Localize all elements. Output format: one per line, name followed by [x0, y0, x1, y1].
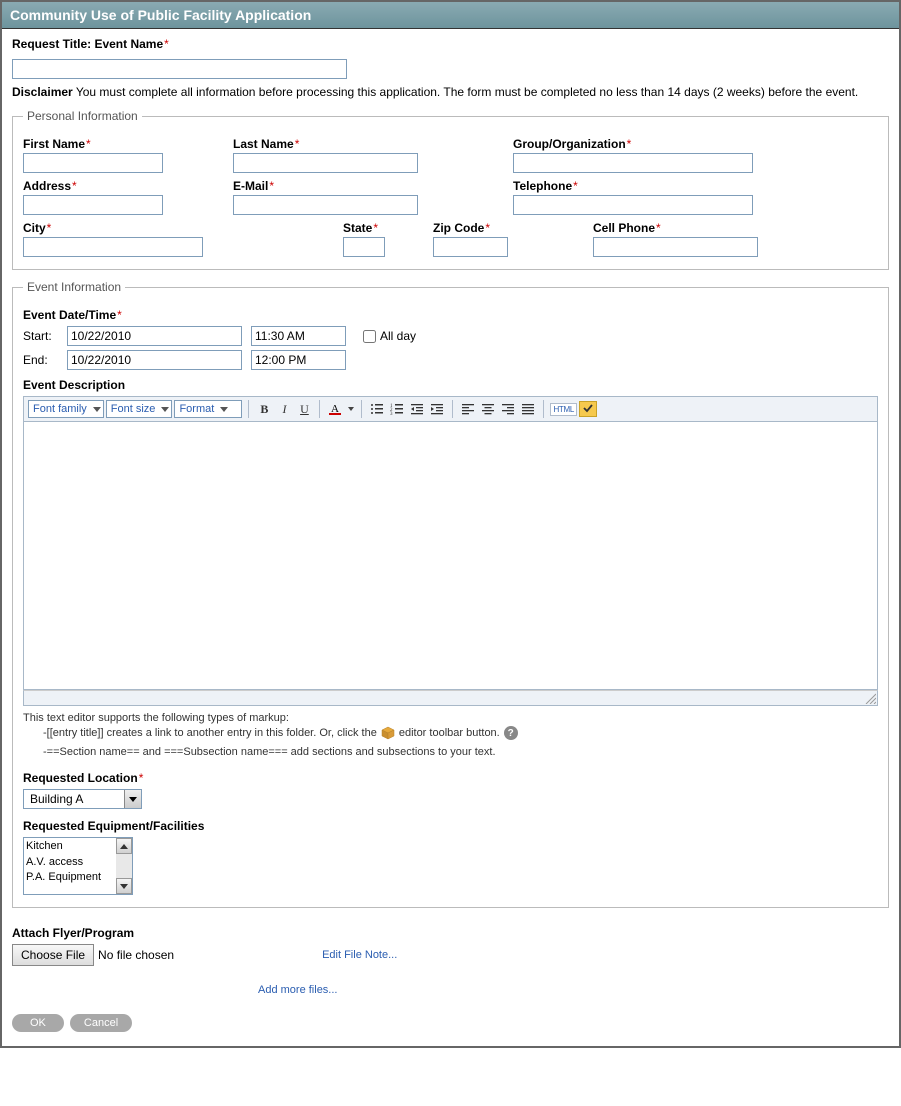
- chevron-down-icon[interactable]: [124, 790, 141, 808]
- email-label: E-Mail: [233, 179, 268, 193]
- zip-label: Zip Code: [433, 221, 484, 235]
- first-name-label: First Name: [23, 137, 85, 151]
- all-day-label: All day: [380, 329, 416, 343]
- format-select[interactable]: Format: [174, 400, 242, 418]
- indent-button[interactable]: [428, 400, 446, 418]
- list-item[interactable]: A.V. access: [26, 855, 114, 870]
- resize-grip-icon[interactable]: [864, 692, 876, 704]
- request-title-label: Request Title: Event Name: [12, 37, 163, 51]
- ok-button[interactable]: OK: [12, 1014, 64, 1032]
- city-input[interactable]: [23, 237, 203, 257]
- underline-button[interactable]: U: [295, 400, 313, 418]
- requested-equipment-listbox[interactable]: Kitchen A.V. access P.A. Equipment: [23, 837, 133, 895]
- scroll-down-icon[interactable]: [116, 878, 132, 894]
- city-label: City: [23, 221, 46, 235]
- editor-toolbar: Font family Font size Format B I U A 123: [23, 396, 878, 422]
- state-label: State: [343, 221, 372, 235]
- choose-file-button[interactable]: Choose File: [12, 944, 94, 966]
- end-date-input[interactable]: [67, 350, 242, 370]
- email-input[interactable]: [233, 195, 418, 215]
- help-icon[interactable]: ?: [504, 726, 518, 740]
- disclaimer-text: You must complete all information before…: [76, 85, 858, 99]
- requested-location-value: Building A: [24, 790, 124, 808]
- list-item[interactable]: Kitchen: [26, 839, 114, 854]
- telephone-label: Telephone: [513, 179, 572, 193]
- telephone-input[interactable]: [513, 195, 753, 215]
- address-label: Address: [23, 179, 71, 193]
- end-label: End:: [23, 353, 63, 367]
- box-icon: [381, 726, 395, 740]
- group-label: Group/Organization: [513, 137, 626, 151]
- state-input[interactable]: [343, 237, 385, 257]
- file-status-text: No file chosen: [98, 948, 174, 962]
- scroll-track[interactable]: [116, 854, 132, 878]
- requested-equipment-label: Requested Equipment/Facilities: [23, 819, 204, 833]
- cancel-button[interactable]: Cancel: [70, 1014, 132, 1032]
- zip-input[interactable]: [433, 237, 508, 257]
- all-day-checkbox[interactable]: [363, 330, 376, 343]
- request-title-input[interactable]: [12, 59, 347, 79]
- start-date-input[interactable]: [67, 326, 242, 346]
- text-color-button[interactable]: A: [326, 400, 344, 418]
- edit-file-note-link[interactable]: Edit File Note...: [322, 949, 397, 961]
- address-input[interactable]: [23, 195, 163, 215]
- personal-info-fieldset: Personal Information First Name* Last Na…: [12, 109, 889, 270]
- font-size-select[interactable]: Font size: [106, 400, 173, 418]
- personal-info-legend: Personal Information: [23, 109, 142, 123]
- requested-location-select[interactable]: Building A: [23, 789, 142, 809]
- align-right-button[interactable]: [499, 400, 517, 418]
- last-name-label: Last Name: [233, 137, 294, 151]
- required-mark: *: [164, 37, 169, 51]
- list-item[interactable]: P.A. Equipment: [26, 870, 114, 885]
- font-family-select[interactable]: Font family: [28, 400, 104, 418]
- last-name-input[interactable]: [233, 153, 418, 173]
- align-justify-button[interactable]: [519, 400, 537, 418]
- markup-help-line2: -==Section name== and ===Subsection name…: [43, 743, 878, 762]
- disclaimer-label: Disclaimer: [12, 85, 73, 99]
- markup-help-intro: This text editor supports the following …: [23, 712, 878, 724]
- cell-label: Cell Phone: [593, 221, 655, 235]
- editor-statusbar: [23, 690, 878, 706]
- italic-button[interactable]: I: [275, 400, 293, 418]
- group-input[interactable]: [513, 153, 753, 173]
- bold-button[interactable]: B: [255, 400, 273, 418]
- event-description-label: Event Description: [23, 378, 125, 392]
- markup-help-line1b: editor toolbar button.: [399, 724, 500, 743]
- requested-location-label: Requested Location: [23, 771, 138, 785]
- html-source-button[interactable]: HTML: [550, 403, 577, 416]
- numbered-list-button[interactable]: 123: [388, 400, 406, 418]
- outdent-button[interactable]: [408, 400, 426, 418]
- attach-label: Attach Flyer/Program: [12, 926, 134, 940]
- listbox-scrollbar[interactable]: [116, 838, 132, 894]
- event-datetime-label: Event Date/Time: [23, 308, 116, 322]
- event-info-legend: Event Information: [23, 280, 125, 294]
- align-center-button[interactable]: [479, 400, 497, 418]
- bullet-list-button[interactable]: [368, 400, 386, 418]
- application-window: Community Use of Public Facility Applica…: [0, 0, 901, 1048]
- form-content: Request Title: Event Name* Disclaimer Yo…: [2, 29, 899, 1046]
- window-title: Community Use of Public Facility Applica…: [2, 2, 899, 29]
- spellcheck-button[interactable]: [579, 401, 597, 417]
- first-name-input[interactable]: [23, 153, 163, 173]
- add-more-files-link[interactable]: Add more files...: [258, 984, 337, 996]
- align-left-button[interactable]: [459, 400, 477, 418]
- event-info-fieldset: Event Information Event Date/Time* Start…: [12, 280, 889, 908]
- cell-input[interactable]: [593, 237, 758, 257]
- start-time-input[interactable]: [251, 326, 346, 346]
- scroll-up-icon[interactable]: [116, 838, 132, 854]
- svg-text:3: 3: [390, 412, 393, 416]
- end-time-input[interactable]: [251, 350, 346, 370]
- markup-help-line1a: -[[entry title]] creates a link to anoth…: [43, 724, 377, 743]
- editor-textarea[interactable]: [23, 422, 878, 690]
- text-color-dropdown[interactable]: [346, 400, 355, 418]
- start-label: Start:: [23, 329, 63, 343]
